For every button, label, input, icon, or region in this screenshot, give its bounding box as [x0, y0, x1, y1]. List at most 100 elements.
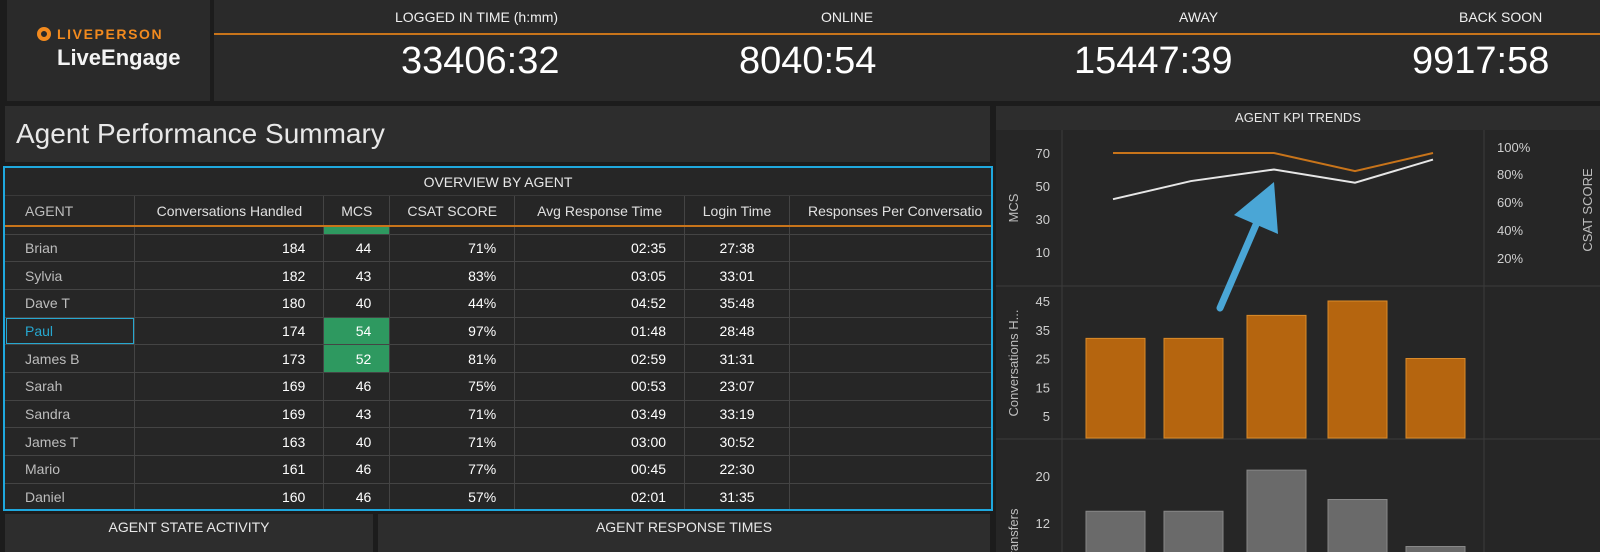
mcs-value: 40 [323, 289, 391, 318]
avg-response-time: 03:49 [514, 400, 686, 429]
table-row[interactable]: Brian 184 44 71% 02:35 27:38 [5, 234, 991, 263]
login-time: 35:48 [684, 289, 790, 318]
mcs-value: 43 [323, 261, 391, 290]
y-tick-label: 5 [1043, 409, 1050, 424]
table-row[interactable]: Mario 161 46 77% 00:45 22:30 [5, 455, 991, 484]
avg-response-time: 03:05 [514, 261, 686, 290]
bar [1163, 337, 1224, 439]
column-header-responses-per-conversation[interactable]: Responses Per Conversatio [789, 196, 991, 227]
mcs-value: 46 [323, 372, 391, 401]
y-right-tick-label: 20% [1497, 251, 1523, 266]
table-row[interactable]: Sandra 169 43 71% 03:49 33:19 [5, 400, 991, 429]
table-row[interactable]: Sylvia 182 43 83% 03:05 33:01 [5, 261, 991, 290]
column-header-conversations[interactable]: Conversations Handled [134, 196, 325, 227]
column-header-csat[interactable]: CSAT SCORE [389, 196, 516, 227]
responses-per-conversation [789, 455, 991, 484]
responses-per-conversation [789, 289, 991, 318]
agent-table: AGENT Conversations Handled MCS CSAT SCO… [5, 196, 991, 509]
y-axis-title: ransfers [1006, 508, 1021, 552]
overview-title: OVERVIEW BY AGENT [5, 168, 991, 196]
responses-per-conversation [789, 400, 991, 429]
login-time: 33:19 [684, 400, 790, 429]
y-axis-title: MCS [1006, 193, 1021, 222]
summary-panel-header: Agent Performance Summary [5, 106, 990, 162]
table-row[interactable]: Daniel 160 46 57% 02:01 31:35 [5, 483, 991, 509]
bar [1327, 499, 1388, 552]
table-header-row: AGENT Conversations Handled MCS CSAT SCO… [5, 196, 991, 227]
csat-score: 97% [389, 317, 516, 346]
y-tick-label: 70 [1036, 146, 1050, 161]
kpi-charts: 70 50 30 10 100% 80% 60% 40% 20% MCS CSAT SCORE 45 3… [996, 130, 1600, 552]
page-title: Agent Performance Summary [16, 118, 385, 149]
table-row[interactable]: James T 163 40 71% 03:00 30:52 [5, 427, 991, 456]
responses-per-conversation [789, 317, 991, 346]
overview-by-agent-panel[interactable]: OVERVIEW BY AGENT AGENT Conversations Ha… [3, 166, 993, 511]
agent-response-times-panel[interactable]: AGENT RESPONSE TIMES [378, 514, 990, 552]
y-tick-label: 12 [1036, 516, 1050, 531]
mcs-value: 52 [323, 344, 391, 373]
responses-per-conversation [789, 372, 991, 401]
table-row[interactable]: James B 173 52 81% 02:59 31:31 [5, 344, 991, 373]
column-header-avg-response[interactable]: Avg Response Time [514, 196, 686, 227]
table-row[interactable]: Paul 174 54 97% 01:48 28:48 [5, 317, 991, 346]
series-line [1113, 152, 1434, 173]
y-right-tick-label: 40% [1497, 223, 1523, 238]
y-right-tick-label: 60% [1497, 195, 1523, 210]
bar [1085, 337, 1146, 439]
conversations-handled: 173 [134, 344, 325, 373]
mcs-value: 40 [323, 427, 391, 456]
y-tick-label: 45 [1036, 294, 1050, 309]
login-time: 23:07 [684, 372, 790, 401]
agent-name: Dave T [5, 289, 136, 318]
conversations-handled: 163 [134, 427, 325, 456]
stats-divider [214, 33, 1600, 35]
y-tick-label: 50 [1036, 179, 1050, 194]
column-header-login-time[interactable]: Login Time [684, 196, 790, 227]
bar [1246, 469, 1307, 552]
brand-logo: LIVEPERSON LiveEngage [7, 0, 210, 101]
y-tick-label: 15 [1036, 380, 1050, 395]
mcs-value: 46 [323, 455, 391, 484]
avg-response-time: 02:59 [514, 344, 686, 373]
avg-response-time: 00:45 [514, 455, 686, 484]
responses-per-conversation [789, 427, 991, 456]
mcs-value: 44 [323, 234, 391, 263]
table-row[interactable]: Dave T 180 40 44% 04:52 35:48 [5, 289, 991, 318]
liveperson-logo-icon [37, 27, 51, 41]
conversations-handled: 160 [134, 483, 325, 509]
agent-name: Sandra [5, 400, 136, 429]
bar [1327, 300, 1388, 439]
column-header-agent[interactable]: AGENT [5, 196, 136, 227]
responses-per-conversation [789, 344, 991, 373]
y-right-tick-label: 100% [1497, 140, 1531, 155]
agent-name: Sylvia [5, 261, 136, 290]
responses-per-conversation [789, 261, 991, 290]
agent-name: James T [5, 427, 136, 456]
login-time: 30:52 [684, 427, 790, 456]
login-time: 33:01 [684, 261, 790, 290]
login-time: 22:30 [684, 455, 790, 484]
conversations-handled: 180 [134, 289, 325, 318]
product-name: LiveEngage [57, 45, 181, 70]
conversations-handled: 184 [134, 234, 325, 263]
y-tick-label: 25 [1036, 352, 1050, 367]
agent-kpi-trends-panel[interactable]: AGENT KPI TRENDS 70 50 30 10 100% 80% 60% 40% 20… [996, 106, 1600, 552]
csat-score: 71% [389, 400, 516, 429]
table-row[interactable]: Sarah 169 46 75% 00:53 23:07 [5, 372, 991, 401]
bar [1246, 314, 1307, 439]
y-tick-label: 10 [1036, 245, 1050, 260]
column-header-mcs[interactable]: MCS [323, 196, 391, 227]
csat-score: 83% [389, 261, 516, 290]
agent-state-activity-panel[interactable]: AGENT STATE ACTIVITY [5, 514, 373, 552]
agent-state-activity-title: AGENT STATE ACTIVITY [108, 519, 270, 535]
avg-response-time: 02:01 [514, 483, 686, 509]
liveperson-wordmark: LIVEPERSON [37, 26, 163, 42]
mcs-value: 54 [323, 317, 391, 346]
agent-name: Mario [5, 455, 136, 484]
csat-score: 75% [389, 372, 516, 401]
stat-value-online: 8040:54 [739, 40, 877, 82]
login-time: 31:31 [684, 344, 790, 373]
stat-value-logged-in: 33406:32 [401, 40, 560, 82]
stat-label-back-soon: BACK SOON [1459, 9, 1543, 25]
y-axis-title: Conversations H... [1006, 310, 1021, 417]
